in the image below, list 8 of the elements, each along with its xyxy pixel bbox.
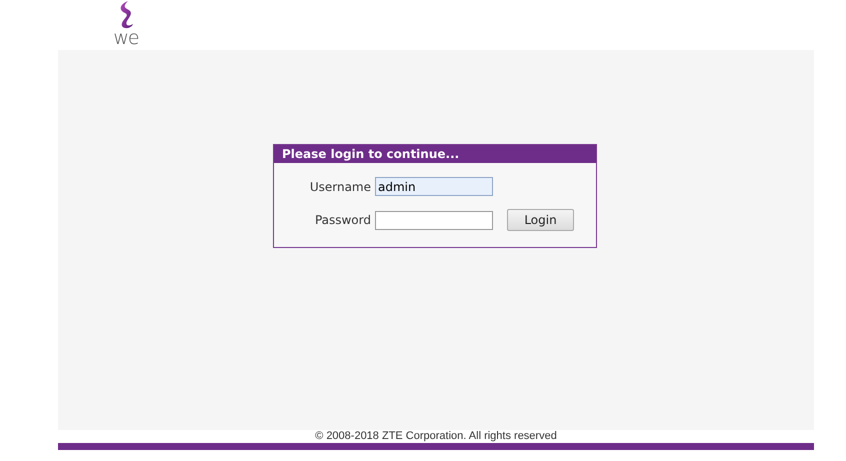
logo-text: we bbox=[113, 30, 139, 46]
password-field[interactable] bbox=[375, 210, 493, 230]
username-field[interactable]: admin bbox=[375, 177, 493, 196]
copyright-text: © 2008-2018 ZTE Corporation. All rights reserved bbox=[315, 430, 557, 442]
field-label: Username bbox=[308, 180, 371, 194]
field-label: Password bbox=[314, 213, 371, 227]
login-button[interactable]: Login bbox=[507, 209, 574, 231]
login-title: Please login to continue... bbox=[274, 145, 596, 163]
